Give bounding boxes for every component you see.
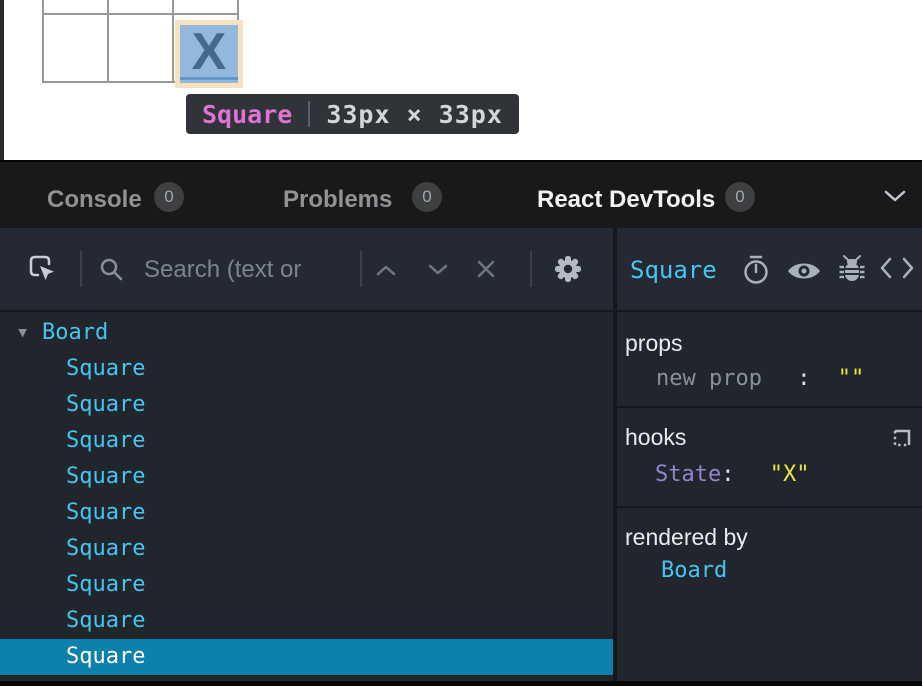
rendered-by-section-title: rendered by [625,524,748,551]
inspect-baseline-indicator [180,77,238,80]
view-source-code-brackets-icon[interactable] [880,257,914,279]
inspect-highlight-overlay: X [175,20,243,88]
tree-row-square[interactable]: Square [0,531,613,567]
state-hook-row: State: "X" [655,462,809,487]
inspect-tooltip: Square 33px × 33px [186,94,519,134]
rendered-by-row: Board [661,558,727,583]
tab-react-devtools[interactable]: React DevTools [537,186,715,214]
clear-search-icon[interactable] [476,259,496,279]
tree-row-label: Square [66,356,145,381]
debug-bug-icon[interactable] [839,253,865,285]
devtools-screen: X Square 33px × 33px Console 0 Problems … [0,0,922,686]
chevron-down-icon[interactable] [884,190,906,203]
settings-gear-icon[interactable] [551,252,585,286]
props-section-title: props [625,330,683,357]
tree-row-label: Square [66,572,145,597]
tooltip-divider [308,101,310,127]
selected-component-name: Square [630,256,717,284]
tree-row-square[interactable]: Square [0,603,613,639]
tree-row-square-selected[interactable]: Square [0,639,613,675]
tree-row-square[interactable]: Square [0,387,613,423]
hook-separator: : [721,462,734,487]
search-input[interactable] [144,254,354,286]
board-cell[interactable] [174,0,237,13]
section-divider [617,506,922,508]
profiler-stopwatch-icon[interactable] [741,254,771,286]
tree-row-label: Square [66,464,145,489]
expand-triangle-icon[interactable]: ▾ [16,315,42,351]
devtools-tabbar: Console 0 Problems 0 React DevTools 0 [0,160,922,228]
tree-row-square[interactable]: Square [0,351,613,387]
react-devtools-count-badge: 0 [725,182,755,212]
tree-row-square[interactable]: Square [0,567,613,603]
inspect-dom-eye-icon[interactable] [787,259,821,283]
tree-row-label: Square [66,536,145,561]
details-panel: props new prop : "" hooks State: "X" ren… [617,312,922,681]
new-prop-row: new prop : "" [656,366,864,391]
tree-row-square[interactable]: Square [0,423,613,459]
new-prop-value[interactable]: "" [838,366,865,391]
board-cell[interactable] [109,15,172,81]
inspect-highlight-content: X [180,25,238,83]
tree-row-label: Square [66,644,145,669]
section-divider [617,406,922,408]
hooks-section-title: hooks [625,424,686,451]
board-cell[interactable] [109,0,172,13]
tree-row-label: Square [66,500,145,525]
prop-separator: : [797,366,810,391]
tooltip-dimensions: 33px × 33px [326,100,503,129]
tooltip-component-name: Square [202,100,292,129]
tree-row-label: Board [42,320,108,345]
board-cell[interactable] [44,0,107,13]
tree-row-label: Square [66,428,145,453]
react-devtools-toolbar: Square [0,228,922,310]
toolbar-divider [530,251,532,287]
state-hook-value[interactable]: "X" [770,462,810,487]
bottom-edge-bar [0,681,922,686]
window-left-edge [0,0,4,160]
select-element-icon[interactable] [27,253,59,287]
component-tree: ▾Board Square Square Square Square Squar… [0,312,613,681]
toolbar-divider [80,251,82,287]
next-result-chevron-down-icon[interactable] [428,264,448,276]
new-prop-input[interactable]: new prop [656,366,762,391]
problems-count-badge: 0 [412,182,442,212]
tree-row-square[interactable]: Square [0,495,613,531]
tree-row-label: Square [66,392,145,417]
tab-problems[interactable]: Problems [283,186,392,214]
tree-row-square[interactable]: Square [0,459,613,495]
tree-row-board[interactable]: ▾Board [0,315,613,351]
tab-console[interactable]: Console [47,186,142,214]
console-count-badge: 0 [154,182,184,212]
board-cell[interactable] [44,15,107,81]
state-hook-label: State [655,462,721,487]
rendered-by-board-link[interactable]: Board [661,558,727,583]
page-preview: X Square 33px × 33px [0,0,922,160]
toolbar-divider [360,251,362,287]
board-cell-value: X [192,26,227,78]
tree-row-label: Square [66,608,145,633]
search-icon [98,256,124,282]
previous-result-chevron-up-icon[interactable] [376,264,396,276]
parse-hook-names-icon[interactable] [890,426,914,450]
